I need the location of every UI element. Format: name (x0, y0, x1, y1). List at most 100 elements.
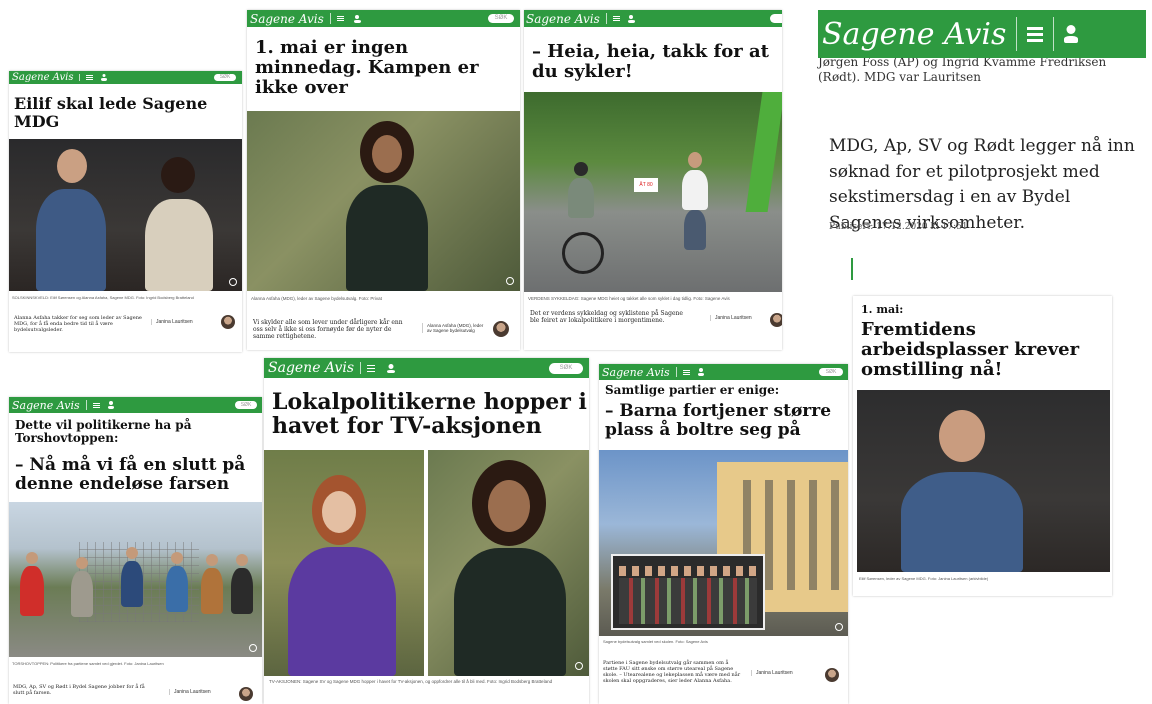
card-barna[interactable]: Sagene Avis SØK Samtlige partier er enig… (599, 364, 848, 704)
person-figure (229, 554, 255, 632)
photo-caption: Sagene bydelsutvalg samlet ved skolen. F… (603, 639, 708, 644)
photo-caption: Eilif Sørensen, leder av Sagene MDG. Fot… (859, 576, 989, 581)
card-sykkel[interactable]: Sagene Avis – Heia, heia, takk for at du… (524, 10, 782, 350)
menu-icon[interactable] (336, 15, 344, 22)
user-icon[interactable] (107, 401, 114, 409)
photo[interactable] (9, 502, 262, 657)
photo-right[interactable] (428, 450, 589, 676)
avatar (493, 321, 509, 337)
zoom-icon[interactable] (835, 623, 843, 631)
card-eilif[interactable]: Sagene Avis SØK Eilif skal lede Sagene M… (9, 71, 242, 352)
person-figure (282, 475, 402, 676)
person-figure (17, 552, 47, 642)
avatar (239, 687, 253, 701)
author-name[interactable]: Janina Lauritsen (169, 689, 211, 695)
person-figure (69, 557, 95, 637)
zoom-icon[interactable] (506, 277, 514, 285)
logo[interactable]: Sagene Avis (822, 17, 1006, 52)
person-figure (164, 552, 190, 632)
person-figure (119, 547, 145, 632)
photo-left[interactable] (264, 450, 424, 676)
search-button[interactable]: SØK (235, 401, 257, 409)
article-body: MDG, Ap, SV og Rødt legger nå inn søknad… (829, 136, 1135, 233)
photo[interactable] (599, 450, 848, 636)
menu-icon[interactable] (1027, 24, 1044, 45)
logo[interactable]: Sagene Avis (250, 12, 324, 26)
photo-caption: TV-AKSJONEN: Sagene SV og Sagene MDG hop… (269, 679, 553, 684)
zoom-icon[interactable] (249, 644, 257, 652)
author-name[interactable]: Janina Lauritsen (710, 315, 752, 321)
person-figure (897, 410, 1027, 572)
person-figure (199, 554, 225, 632)
lead-text: Partiene i Sagene bydelsutvalg går samme… (603, 660, 741, 684)
headline[interactable]: – Barna fortjener større plass å boltre … (605, 402, 845, 440)
lead-text: Alanna Asfaha takker for seg som leder a… (14, 315, 142, 333)
photo-caption: SOLSKINNSKVELD: Eilif Sørensen og Alanna… (12, 295, 194, 300)
headline[interactable]: – Nå må vi få en slutt på denne endeløse… (15, 456, 260, 494)
top-bar: Sagene Avis (524, 10, 782, 27)
photo[interactable] (857, 390, 1110, 572)
photo-caption: VERDENS SYKKELDAG: Sagene MDG heiet og t… (528, 296, 730, 301)
logo[interactable]: Sagene Avis (12, 399, 80, 412)
published-date: Publisert: 17.12.2020 kl 17:51 (829, 222, 968, 232)
card-sekstimersdag[interactable]: Jørgen Foss (AP) og Ingrid Kvamme Fredri… (815, 10, 1152, 280)
avatar (770, 313, 782, 327)
user-icon[interactable] (101, 74, 108, 81)
menu-icon[interactable] (92, 402, 100, 409)
avatar (221, 315, 235, 329)
logo[interactable]: Sagene Avis (12, 72, 73, 83)
user-icon[interactable] (387, 363, 396, 373)
kicker: Dette vil politikerne ha på Torshovtoppe… (15, 418, 192, 446)
card-fremtidens[interactable]: 1. mai: Fremtidens arbeidsplasser krever… (853, 296, 1112, 596)
person-figure (31, 149, 111, 291)
kicker: Samtlige partier er enige: (605, 383, 780, 397)
logo[interactable]: Sagene Avis (526, 12, 600, 26)
card-torshovtoppen[interactable]: Sagene Avis SØK Dette vil politikerne ha… (9, 397, 262, 704)
zoom-icon[interactable] (575, 662, 583, 670)
photo-caption: TORSHOVTOPPEN: Politikere fra partiene s… (12, 661, 164, 666)
headline[interactable]: Eilif skal lede Sagene MDG (14, 95, 214, 130)
article-top-text: Jørgen Foss (AP) og Ingrid Kvamme Fredri… (818, 55, 1107, 84)
user-icon[interactable] (353, 14, 361, 23)
top-bar: Sagene Avis SØK (264, 358, 589, 378)
search-button[interactable]: SØK (549, 363, 583, 374)
search-button[interactable]: SØK (488, 14, 514, 23)
headline[interactable]: 1. mai er ingen minnedag. Kampen er ikke… (255, 38, 510, 98)
card-1-mai[interactable]: Sagene Avis SØK 1. mai er ingen minnedag… (247, 10, 520, 350)
kicker: 1. mai: (861, 303, 904, 316)
photo[interactable]: ÅT 80 (524, 92, 782, 292)
headline[interactable]: Lokalpolitikerne hopper i havet for TV-a… (272, 390, 587, 439)
menu-icon[interactable] (682, 369, 690, 376)
logo[interactable]: Sagene Avis (268, 360, 354, 376)
photo[interactable] (9, 139, 242, 291)
zoom-icon[interactable] (229, 278, 237, 286)
photo-caption: Alanna Asfaha (MDG), leder av Sagene byd… (251, 296, 382, 301)
user-icon[interactable] (1064, 25, 1079, 43)
lead-text: MDG, Ap, SV og Rødt i Bydel Sagene jobbe… (13, 684, 145, 696)
person-figure (674, 132, 714, 282)
group-photo (611, 554, 765, 630)
user-icon[interactable] (627, 14, 635, 23)
top-bar: Sagene Avis SØK (9, 71, 242, 84)
menu-icon[interactable] (612, 15, 620, 22)
lead-text: Det er verdens sykkeldag og syklistene p… (530, 310, 683, 325)
menu-icon[interactable] (86, 74, 94, 81)
search-button[interactable]: SØK (819, 368, 843, 376)
headline[interactable]: Fremtidens arbeidsplasser krever omstill… (861, 320, 1106, 380)
person-figure (342, 121, 432, 291)
logo[interactable]: Sagene Avis (602, 366, 670, 379)
search-button[interactable] (770, 14, 782, 23)
author-name[interactable]: Janina Lauritsen (151, 319, 193, 325)
top-bar: Sagene Avis SØK (9, 397, 262, 413)
green-banner (745, 92, 782, 212)
search-button[interactable]: SØK (214, 74, 236, 81)
card-tv-aksjonen[interactable]: Sagene Avis SØK Lokalpolitikerne hopper … (264, 358, 589, 704)
user-icon[interactable] (697, 368, 704, 376)
menu-icon[interactable] (367, 363, 376, 374)
photo[interactable] (247, 111, 520, 291)
divider-mark (851, 258, 853, 280)
person-figure (139, 157, 219, 291)
author-name[interactable]: Janina Lauritsen (751, 670, 793, 676)
author-name[interactable]: Alanna Asfaha (MDG), leder av Sagene byd… (422, 323, 487, 333)
headline[interactable]: – Heia, heia, takk for at du sykler! (532, 42, 782, 82)
